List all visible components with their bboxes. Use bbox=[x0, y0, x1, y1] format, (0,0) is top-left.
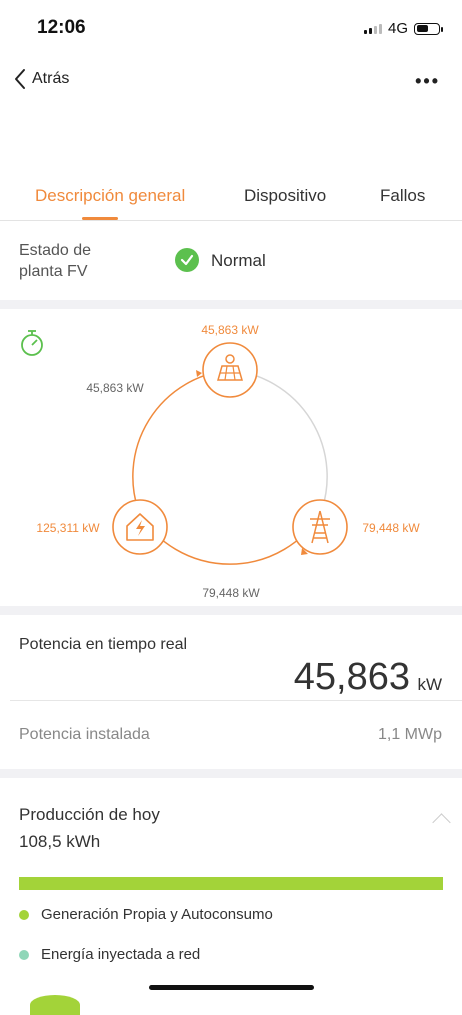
production-title: Producción de hoy bbox=[19, 805, 160, 824]
back-label: Atrás bbox=[32, 70, 70, 87]
legend-label: Energía inyectada a red bbox=[41, 946, 201, 963]
check-circle-icon bbox=[175, 248, 199, 272]
chevron-left-icon bbox=[15, 69, 25, 89]
section-separator bbox=[0, 606, 462, 615]
more-options-icon[interactable]: ••• bbox=[415, 71, 440, 92]
realtime-power-value: 45,863 bbox=[293, 656, 410, 698]
home-icon[interactable] bbox=[112, 499, 168, 555]
network-label: 4G bbox=[387, 20, 408, 37]
grid-power-label: 79,448 kW bbox=[362, 521, 420, 535]
solar-panel-icon[interactable] bbox=[202, 342, 258, 398]
legend-dot-icon bbox=[19, 949, 29, 960]
tab-faults[interactable]: Fallos bbox=[380, 186, 425, 206]
pv-to-home-label: 45,863 kW bbox=[86, 381, 144, 395]
section-separator bbox=[0, 769, 462, 778]
home-power-label: 125,311 kW bbox=[36, 521, 100, 535]
status-time: 12:06 bbox=[37, 17, 86, 38]
realtime-power-unit: kW bbox=[417, 675, 442, 694]
home-indicator[interactable] bbox=[149, 985, 314, 990]
legend-item-grid-injection: Energía inyectada a red bbox=[19, 946, 200, 963]
plant-state-label-line2: planta FV bbox=[19, 263, 88, 280]
grid-to-home-label: 79,448 kW bbox=[202, 586, 260, 600]
signal-icon bbox=[363, 23, 382, 34]
tab-device[interactable]: Dispositivo bbox=[244, 186, 326, 206]
production-value: 108,5 kWh bbox=[19, 832, 101, 851]
divider bbox=[10, 700, 462, 701]
legend-label: Generación Propia y Autoconsumo bbox=[41, 906, 273, 923]
energy-flow-diagram: 45,863 kW 45,863 kW 125,311 kW 79,448 kW… bbox=[21, 323, 420, 600]
back-button[interactable]: Atrás bbox=[14, 68, 69, 90]
legend-dot-icon bbox=[19, 909, 29, 920]
section-separator bbox=[0, 300, 462, 309]
installed-power-value: 1,1 MWp bbox=[377, 726, 442, 743]
battery-icon bbox=[414, 22, 443, 35]
tab-overview[interactable]: Descripción general bbox=[35, 186, 185, 206]
status-indicators: 4G bbox=[363, 20, 443, 37]
tab-active-indicator bbox=[82, 217, 118, 220]
pv-power-label: 45,863 kW bbox=[201, 323, 259, 337]
donut-chart-peek bbox=[30, 995, 80, 1015]
installed-power-label: Potencia instalada bbox=[19, 726, 150, 743]
flow-arrow-pv bbox=[196, 370, 202, 377]
legend-item-self-consumption: Generación Propia y Autoconsumo bbox=[19, 906, 273, 923]
realtime-power-title: Potencia en tiempo real bbox=[19, 636, 188, 653]
production-bar bbox=[19, 877, 443, 890]
plant-state-label-line1: Estado de bbox=[19, 242, 92, 259]
chevron-up-icon[interactable] bbox=[432, 813, 451, 832]
plant-state-value: Normal bbox=[211, 251, 266, 270]
timer-icon[interactable] bbox=[21, 330, 43, 356]
power-tower-icon[interactable] bbox=[292, 499, 348, 555]
plant-state-label: Estado de planta FV bbox=[19, 240, 129, 282]
tab-bar: Descripción general Dispositivo Fallos bbox=[0, 180, 462, 221]
